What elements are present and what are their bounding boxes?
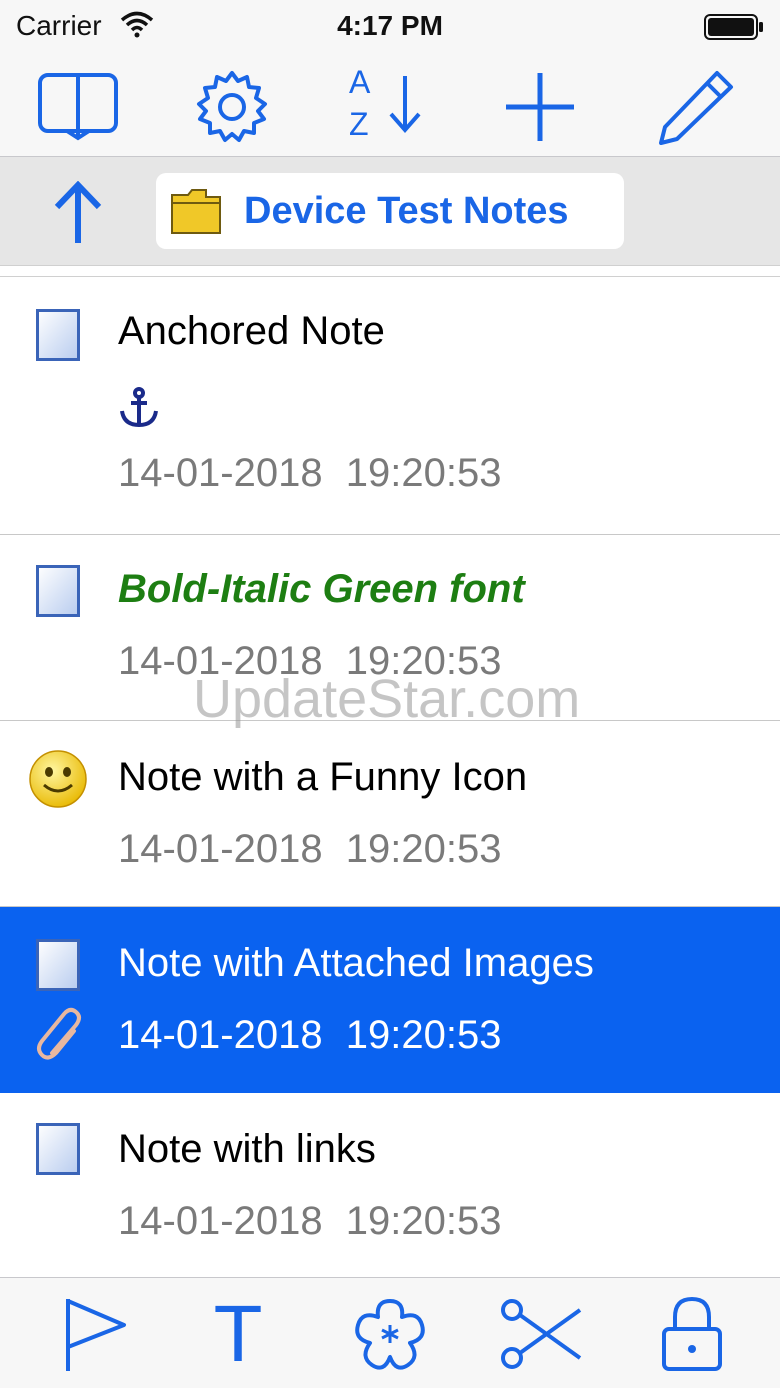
- folder-path-bar: Device Test Notes: [0, 157, 780, 266]
- clock: 4:17 PM: [337, 10, 443, 41]
- sort-button[interactable]: A Z: [343, 62, 433, 152]
- anchor-icon: [120, 387, 158, 428]
- settings-button[interactable]: [187, 62, 277, 152]
- bottom-toolbar: T: [0, 1277, 780, 1388]
- note-row-bold-italic[interactable]: Bold-Italic Green font 14-01-2018 19:20:…: [0, 535, 780, 721]
- lock-button[interactable]: [650, 1292, 734, 1376]
- up-folder-button[interactable]: [40, 175, 116, 251]
- gear-icon: [197, 71, 267, 142]
- note-title: Bold-Italic Green font: [118, 567, 525, 611]
- cut-button[interactable]: [498, 1292, 582, 1376]
- sort-letter-z: Z: [349, 106, 369, 142]
- arrow-down-icon: [389, 76, 421, 134]
- add-note-button[interactable]: [495, 62, 585, 152]
- paperclip-icon: [37, 1007, 81, 1060]
- note-row-anchored[interactable]: Anchored Note 14-01-2018 19:20:53: [0, 277, 780, 535]
- pencil-icon: [659, 71, 733, 145]
- folder-name: Device Test Notes: [244, 190, 569, 232]
- flower-icon: [355, 1299, 425, 1370]
- note-page-icon: [36, 1123, 80, 1175]
- note-title: Note with Attached Images: [118, 941, 594, 985]
- note-date: 14-01-2018 19:20:53: [118, 1199, 502, 1243]
- note-row-funny-icon[interactable]: Note with a Funny Icon 14-01-2018 19:20:…: [0, 721, 780, 907]
- library-button[interactable]: [33, 62, 123, 152]
- sort-letter-a: A: [349, 64, 371, 100]
- folder-icon: [170, 187, 222, 240]
- note-title: Note with a Funny Icon: [118, 755, 528, 799]
- current-folder-button[interactable]: Device Test Notes: [156, 173, 624, 249]
- notes-list: Anchored Note 14-01-2018 19:20:53 Bold-I…: [0, 276, 780, 1279]
- note-row-links[interactable]: Note with links 14-01-2018 19:20:53: [0, 1093, 780, 1279]
- book-icon: [38, 73, 118, 141]
- favorite-button[interactable]: [348, 1292, 432, 1376]
- note-date: 14-01-2018 19:20:53: [118, 451, 502, 495]
- note-page-icon: [36, 565, 80, 617]
- note-row-attached-images[interactable]: Note with Attached Images 14-01-2018 19:…: [0, 907, 780, 1093]
- edit-button[interactable]: [650, 62, 740, 152]
- battery-icon: [704, 14, 764, 45]
- note-page-icon: [36, 309, 80, 361]
- note-date: 14-01-2018 19:20:53: [118, 1013, 502, 1057]
- note-date: 14-01-2018 19:20:53: [118, 827, 502, 871]
- top-toolbar: A Z: [0, 56, 780, 157]
- smiley-icon: [29, 750, 87, 808]
- status-bar: Carrier 4:17 PM: [0, 0, 780, 56]
- lock-icon: [662, 1296, 722, 1371]
- note-title: Note with links: [118, 1127, 376, 1171]
- flag-icon: [66, 1299, 126, 1371]
- text-icon: T: [213, 1289, 263, 1378]
- note-date: 14-01-2018 19:20:53: [118, 639, 502, 683]
- plus-icon: [506, 73, 574, 141]
- note-title: Anchored Note: [118, 309, 385, 353]
- arrow-up-icon: [54, 181, 102, 243]
- note-page-icon: [36, 939, 80, 991]
- sort-az-icon: A Z: [343, 62, 433, 152]
- flag-button[interactable]: [52, 1292, 136, 1376]
- scissors-icon: [501, 1299, 582, 1369]
- text-style-button[interactable]: T: [196, 1292, 280, 1376]
